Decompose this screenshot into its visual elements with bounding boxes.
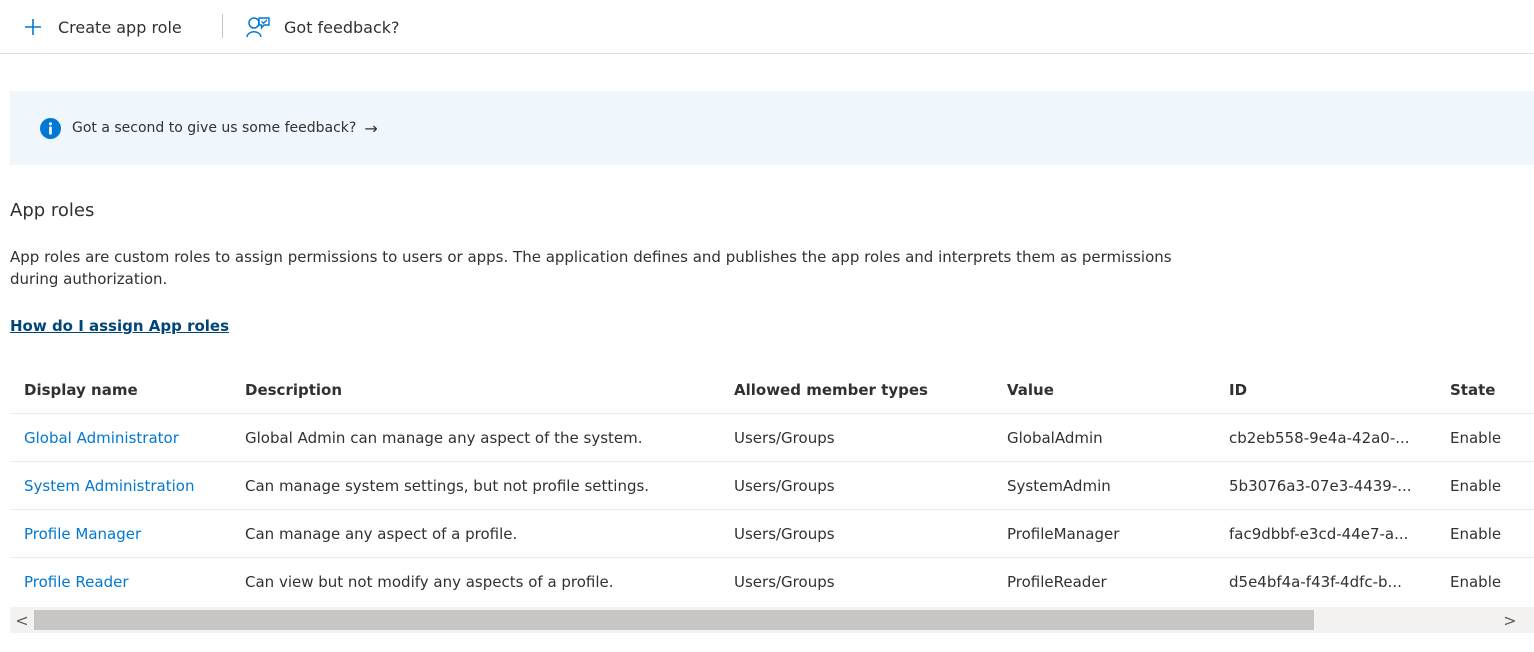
column-header-display-name[interactable]: Display name [24, 366, 138, 414]
column-header-value[interactable]: Value [1007, 366, 1054, 414]
role-id: fac9dbbf-e3cd-44e7-a... [1229, 525, 1409, 543]
table-row[interactable]: Global Administrator Global Admin can ma… [10, 414, 1534, 462]
scrollbar-thumb[interactable] [34, 610, 1314, 630]
role-id: cb2eb558-9e4a-42a0-... [1229, 429, 1410, 447]
scroll-left-arrow-icon[interactable]: < [12, 607, 32, 633]
role-member-types: Users/Groups [734, 573, 835, 591]
table-row[interactable]: Profile Reader Can view but not modify a… [10, 558, 1534, 606]
role-state: Enable [1450, 525, 1502, 543]
column-header-description[interactable]: Description [245, 366, 342, 414]
column-header-id[interactable]: ID [1229, 366, 1247, 414]
role-id: d5e4bf4a-f43f-4dfc-b... [1229, 573, 1402, 591]
scroll-right-arrow-icon[interactable]: > [1500, 607, 1520, 633]
plus-icon [24, 18, 42, 36]
role-member-types: Users/Groups [734, 525, 835, 543]
role-state: Enable [1450, 573, 1502, 591]
role-value: ProfileReader [1007, 573, 1107, 591]
role-member-types: Users/Groups [734, 429, 835, 447]
create-app-role-button[interactable]: Create app role [24, 12, 182, 42]
role-name-link[interactable]: Global Administrator [24, 414, 179, 462]
horizontal-scrollbar[interactable]: < > [10, 607, 1534, 633]
section-description: App roles are custom roles to assign per… [10, 248, 1172, 288]
info-icon [40, 117, 61, 139]
role-description: Can manage system settings, but not prof… [245, 477, 650, 495]
got-feedback-label: Got feedback? [284, 17, 400, 37]
role-id: 5b3076a3-07e3-4439-... [1229, 477, 1412, 495]
app-roles-table: Display name Description Allowed member … [10, 366, 1534, 606]
role-description: Can manage any aspect of a profile. [245, 525, 518, 543]
feedback-person-icon [246, 16, 270, 38]
role-value: ProfileManager [1007, 525, 1120, 543]
page-title: App roles [10, 200, 95, 221]
column-header-member-types[interactable]: Allowed member types [734, 366, 928, 414]
role-description: Can view but not modify any aspects of a… [245, 573, 614, 591]
role-state: Enable [1450, 477, 1502, 495]
command-bar: Create app role Got feedback? [0, 0, 1534, 54]
role-value: GlobalAdmin [1007, 429, 1103, 447]
create-app-role-label: Create app role [58, 17, 182, 37]
table-row[interactable]: Profile Manager Can manage any aspect of… [10, 510, 1534, 558]
arrow-right-icon: → [364, 118, 378, 138]
role-name-link[interactable]: Profile Manager [24, 510, 141, 558]
table-header: Display name Description Allowed member … [10, 366, 1534, 414]
got-feedback-button[interactable]: Got feedback? [246, 12, 400, 42]
role-description: Global Admin can manage any aspect of th… [245, 429, 643, 447]
column-header-state[interactable]: State [1450, 366, 1495, 414]
role-member-types: Users/Groups [734, 477, 835, 495]
feedback-banner[interactable]: Got a second to give us some feedback? → [10, 91, 1534, 165]
table-row[interactable]: System Administration Can manage system … [10, 462, 1534, 510]
role-name-link[interactable]: System Administration [24, 462, 194, 510]
banner-message: Got a second to give us some feedback? [72, 120, 357, 136]
role-value: SystemAdmin [1007, 477, 1111, 495]
help-link[interactable]: How do I assign App roles [10, 317, 229, 335]
role-state: Enable [1450, 429, 1502, 447]
role-name-link[interactable]: Profile Reader [24, 558, 129, 606]
toolbar-divider [222, 14, 223, 38]
